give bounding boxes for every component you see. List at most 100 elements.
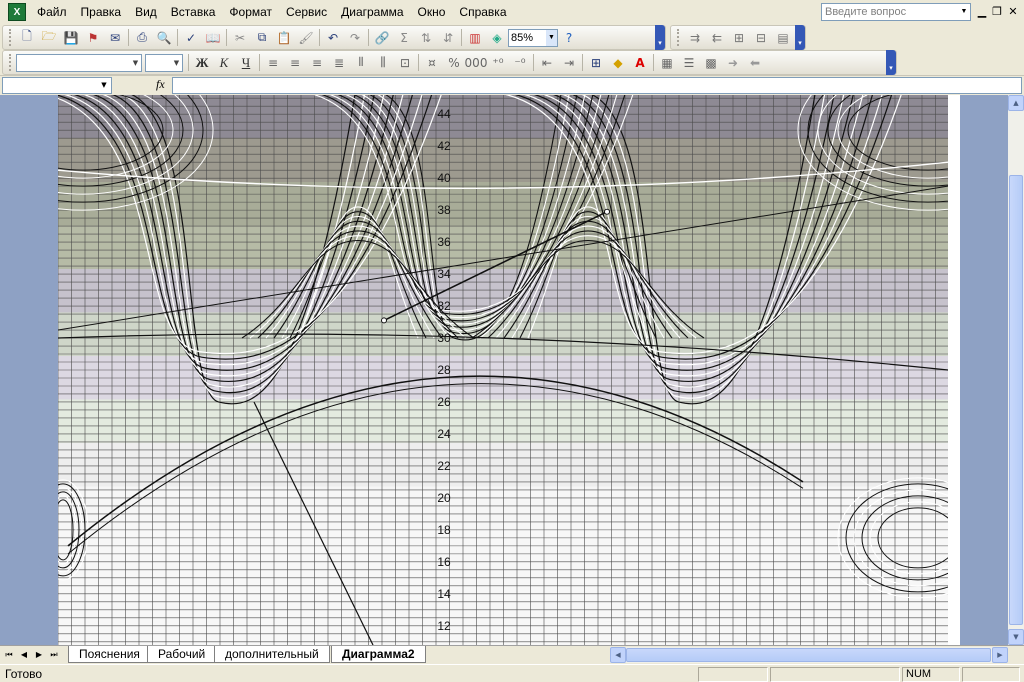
permission-icon[interactable]: ⚑	[82, 28, 104, 48]
borders-icon[interactable]: ⊞	[585, 53, 607, 73]
research-icon[interactable]: 📖	[202, 28, 224, 48]
chart-wizard-icon[interactable]: ▥	[464, 28, 486, 48]
horizontal-scroll-thumb[interactable]	[626, 648, 991, 662]
menu-chart[interactable]: Диаграмма	[334, 2, 410, 22]
toolbar-grip[interactable]	[677, 29, 681, 46]
next-sheet-icon[interactable]: ▶	[33, 648, 45, 662]
underline-button[interactable]: Ч	[235, 53, 257, 73]
rows-icon[interactable]: ☰	[678, 53, 700, 73]
paste-icon[interactable]: 📋	[273, 28, 295, 48]
new-document-icon[interactable]: 🗋	[16, 28, 38, 48]
chevron-down-icon[interactable]: ▼	[958, 4, 970, 20]
comma-style-icon[interactable]: 000	[465, 53, 488, 73]
menu-tools[interactable]: Сервис	[279, 2, 334, 22]
scroll-left-icon[interactable]: ◀	[610, 647, 626, 663]
undo-icon[interactable]: ↶	[322, 28, 344, 48]
toolbar-grip[interactable]	[9, 29, 13, 46]
menu-help[interactable]: Справка	[452, 2, 513, 22]
font-size-select[interactable]: ▼	[145, 53, 183, 72]
hide-detail-icon[interactable]: ⊟	[750, 28, 772, 48]
formula-input[interactable]	[172, 77, 1022, 94]
columns-icon[interactable]: ⫼	[372, 53, 394, 73]
menu-format[interactable]: Формат	[222, 2, 279, 22]
excel-app-icon[interactable]: X	[8, 3, 26, 21]
first-sheet-icon[interactable]: ⏮	[3, 648, 15, 662]
toolbar-options-icon[interactable]: ▾	[655, 25, 665, 50]
arrow-right-icon[interactable]: ➜	[722, 53, 744, 73]
align-center-icon[interactable]: ≡	[284, 53, 306, 73]
justify-icon[interactable]: ≣	[328, 53, 350, 73]
print-preview-icon[interactable]: 🔍	[153, 28, 175, 48]
scroll-down-icon[interactable]: ▼	[1008, 629, 1024, 645]
merge-center-icon[interactable]: ⊡	[394, 53, 416, 73]
fill-color-icon[interactable]: ◆	[607, 53, 629, 73]
increase-indent-icon[interactable]: ⇥	[558, 53, 580, 73]
currency-icon[interactable]: ¤	[421, 53, 443, 73]
chevron-down-icon[interactable]: ▼	[171, 55, 182, 71]
redo-icon[interactable]: ↷	[344, 28, 366, 48]
percent-icon[interactable]: %	[443, 53, 465, 73]
name-box[interactable]: ▼	[2, 77, 112, 94]
vertical-scroll-thumb[interactable]	[1009, 175, 1023, 625]
email-icon[interactable]: ✉	[104, 28, 126, 48]
tab-poyasneniya[interactable]: Пояснения	[68, 646, 151, 663]
prev-sheet-icon[interactable]: ◀	[18, 648, 30, 662]
last-sheet-icon[interactable]: ⏭	[48, 648, 60, 662]
spelling-icon[interactable]: ✓	[180, 28, 202, 48]
vertical-scrollbar[interactable]: ▲ ▼	[1008, 95, 1024, 645]
distributed-icon[interactable]: ⦀	[350, 53, 372, 73]
menu-edit[interactable]: Правка	[74, 2, 129, 22]
sort-ascending-icon[interactable]: ⇅	[415, 28, 437, 48]
menu-insert[interactable]: Вставка	[164, 2, 223, 22]
show-detail-icon[interactable]: ⊞	[728, 28, 750, 48]
toolbar-options-icon[interactable]: ▾	[795, 25, 805, 50]
settings-icon[interactable]: ▤	[772, 28, 794, 48]
horizontal-scrollbar[interactable]: ◀ ▶	[610, 647, 1008, 663]
menu-window[interactable]: Окно	[411, 2, 453, 22]
print-icon[interactable]: ⎙	[131, 28, 153, 48]
group-icon[interactable]: ⇉	[684, 28, 706, 48]
copy-icon[interactable]: ⧉	[251, 28, 273, 48]
sort-descending-icon[interactable]: ⇵	[437, 28, 459, 48]
cut-icon[interactable]: ✂	[229, 28, 251, 48]
help-icon[interactable]: ?	[558, 28, 580, 48]
decrease-indent-icon[interactable]: ⇤	[536, 53, 558, 73]
chevron-down-icon[interactable]: ▼	[546, 29, 557, 46]
save-icon[interactable]: 💾	[60, 28, 82, 48]
ungroup-icon[interactable]: ⇇	[706, 28, 728, 48]
autosum-icon[interactable]: Σ	[393, 28, 415, 48]
bold-button[interactable]: Ж	[191, 53, 213, 73]
drawing-icon[interactable]: ◈	[486, 28, 508, 48]
italic-button[interactable]: К	[213, 53, 235, 73]
restore-icon[interactable]: ❐	[990, 5, 1004, 19]
menu-view[interactable]: Вид	[128, 2, 164, 22]
grid-icon[interactable]: ▩	[700, 53, 722, 73]
font-name-select[interactable]: ▼	[16, 53, 142, 72]
chevron-down-icon[interactable]: ▼	[97, 78, 111, 93]
close-icon[interactable]: ✕	[1006, 5, 1020, 19]
open-folder-icon[interactable]: 🗁	[38, 28, 60, 48]
align-right-icon[interactable]: ≡	[306, 53, 328, 73]
arrow-left-icon[interactable]: ⬅	[744, 53, 766, 73]
tab-dopolnitelnyy[interactable]: дополнительный	[214, 646, 330, 663]
format-painter-icon[interactable]: 🖌	[295, 28, 317, 48]
zoom-select[interactable]: 85% ▼	[508, 28, 558, 47]
scroll-up-icon[interactable]: ▲	[1008, 95, 1024, 111]
scroll-right-icon[interactable]: ▶	[992, 647, 1008, 663]
increase-decimal-icon[interactable]: ⁺⁰	[487, 53, 509, 73]
table-icon[interactable]: ▦	[656, 53, 678, 73]
tab-diagramma2[interactable]: Диаграмма2	[331, 646, 426, 663]
hyperlink-icon[interactable]: 🔗	[371, 28, 393, 48]
font-color-icon[interactable]: A	[629, 53, 651, 73]
toolbar-options-icon[interactable]: ▾	[886, 50, 896, 75]
tab-rabochiy[interactable]: Рабочий	[147, 646, 217, 663]
fx-label[interactable]: fx	[156, 77, 165, 92]
decrease-decimal-icon[interactable]: ⁻⁰	[509, 53, 531, 73]
chevron-down-icon[interactable]: ▼	[130, 55, 141, 71]
help-search-input[interactable]: Введите вопрос ▼	[821, 3, 971, 21]
toolbar-grip[interactable]	[9, 54, 13, 71]
menu-file[interactable]: Файл	[30, 2, 74, 22]
chart-area[interactable]: 12 14 16 18 20 22 24 26 28 30 32 34 36 38 40 42 44	[58, 95, 948, 645]
align-left-icon[interactable]: ≡	[262, 53, 284, 73]
minimize-icon[interactable]: ▁	[975, 5, 989, 19]
